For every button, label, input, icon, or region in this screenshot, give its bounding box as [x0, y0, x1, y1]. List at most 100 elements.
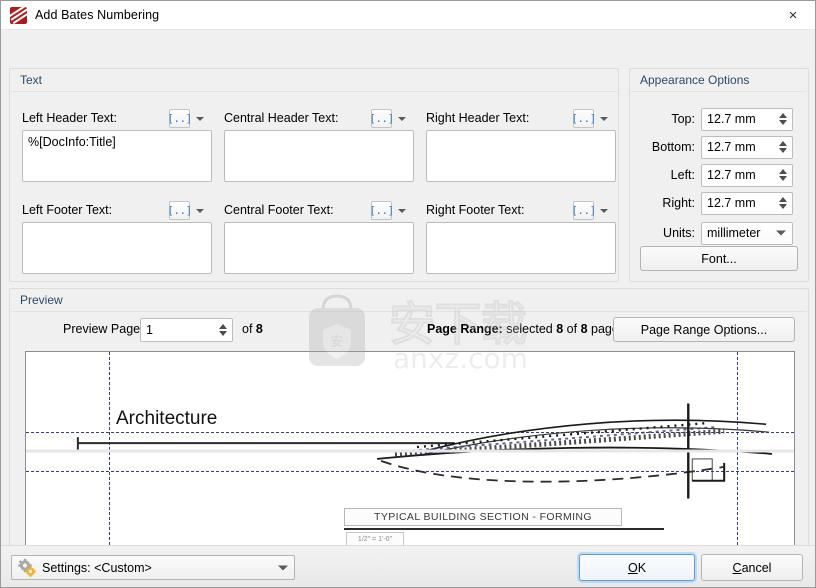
stepper-down-icon: [218, 331, 227, 336]
margin-guide-horizontal-top: [26, 432, 794, 433]
margin-left-input[interactable]: 12.7 mm: [701, 163, 793, 187]
dialog-body: Text Left Header Text: [..] %[DocInfo:Ti…: [1, 30, 815, 568]
preview-page-stepper[interactable]: [216, 319, 229, 341]
macro-brackets-icon: [..]: [167, 204, 192, 217]
preview-controls-row: Preview Page 1 of 8 Page Range: selected…: [10, 317, 808, 343]
left-header-text-input[interactable]: %[DocInfo:Title]: [22, 130, 212, 182]
stepper-down-icon: [778, 204, 787, 209]
right-footer-macro-dropdown[interactable]: [596, 201, 612, 220]
settings-preset-select[interactable]: Settings: <Custom>: [11, 555, 295, 580]
chevron-down-icon: [600, 208, 608, 213]
stepper-up-icon: [778, 169, 787, 174]
text-group: Text Left Header Text: [..] %[DocInfo:Ti…: [9, 68, 619, 282]
margin-bottom-stepper[interactable]: [776, 137, 789, 158]
dialog-footer: Settings: <Custom> OK Cancel: [1, 545, 815, 587]
preview-group: Preview Preview Page 1 of 8 Page Range: …: [9, 288, 809, 568]
settings-preset-value: Settings: <Custom>: [42, 560, 152, 575]
total-pages-value: 8: [255, 322, 263, 336]
margin-top-row: Top: 12.7 mm: [630, 107, 808, 131]
macro-brackets-icon: [..]: [571, 204, 596, 217]
left-header-macro-button[interactable]: [..]: [167, 109, 192, 128]
central-header-macro-button[interactable]: [..]: [369, 109, 394, 128]
margin-bottom-label: Bottom:: [651, 140, 695, 154]
central-header-text-input[interactable]: [224, 130, 414, 182]
chevron-down-icon: [398, 116, 406, 121]
text-group-separator: [11, 91, 617, 92]
margin-right-stepper[interactable]: [776, 193, 789, 214]
macro-brackets-icon: [..]: [369, 204, 394, 217]
right-footer-text-input[interactable]: [426, 222, 616, 274]
left-footer-macro-button[interactable]: [..]: [167, 201, 192, 220]
right-header-macro-dropdown[interactable]: [596, 109, 612, 128]
cancel-accel: C: [732, 560, 742, 575]
stepper-up-icon: [218, 324, 227, 329]
margin-right-input[interactable]: 12.7 mm: [701, 191, 793, 215]
margin-top-input[interactable]: 12.7 mm: [701, 107, 793, 131]
appearance-options-group: Appearance Options Top: 12.7 mm Bottom: …: [629, 68, 809, 282]
page-range-mid: selected: [502, 322, 557, 336]
margin-right-value: 12.7 mm: [707, 196, 756, 210]
central-footer-macro-button[interactable]: [..]: [369, 201, 394, 220]
left-header-macro-dropdown[interactable]: [192, 109, 208, 128]
central-footer-text-input[interactable]: [224, 222, 414, 274]
right-header-macro-button[interactable]: [..]: [571, 109, 596, 128]
central-footer-text-label: Central Footer Text:: [224, 203, 334, 217]
preview-page-input[interactable]: 1: [140, 318, 233, 342]
left-header-text-label: Left Header Text:: [22, 111, 117, 125]
margin-guide-horizontal-bottom: [26, 471, 794, 472]
page-range-options-button[interactable]: Page Range Options...: [613, 317, 795, 342]
margin-left-value: 12.7 mm: [707, 168, 756, 182]
chevron-down-icon: [398, 208, 406, 213]
bates-stamp-icon: [10, 6, 27, 24]
cancel-rest: ancel: [741, 560, 772, 575]
add-bates-numbering-dialog: Add Bates Numbering × Text Left Header T…: [0, 0, 816, 588]
margin-right-row: Right: 12.7 mm: [630, 191, 808, 215]
preview-total-pages: of 8: [242, 322, 263, 336]
appearance-options-title: Appearance Options: [640, 73, 750, 87]
stepper-down-icon: [778, 120, 787, 125]
drawing-scale-block: 1/2" = 1'-0": [346, 532, 404, 546]
central-header-text-label: Central Header Text:: [224, 111, 339, 125]
right-footer-text-label: Right Footer Text:: [426, 203, 525, 217]
document-preview-canvas[interactable]: Architecture TYPICAL BUILDING SECTION - …: [25, 351, 795, 551]
chevron-down-icon: [278, 565, 288, 570]
macro-brackets-icon: [..]: [167, 112, 192, 125]
margin-bottom-input[interactable]: 12.7 mm: [701, 135, 793, 159]
preview-group-separator: [11, 311, 807, 312]
central-header-macro-dropdown[interactable]: [394, 109, 410, 128]
stepper-down-icon: [778, 148, 787, 153]
document-heading: Architecture: [116, 408, 218, 429]
margin-guide-vertical-left: [109, 352, 110, 550]
right-header-text-label: Right Header Text:: [426, 111, 530, 125]
margin-left-row: Left: 12.7 mm: [630, 163, 808, 187]
stepper-up-icon: [778, 141, 787, 146]
units-select[interactable]: millimeter: [701, 221, 793, 245]
stepper-up-icon: [778, 197, 787, 202]
central-footer-macro-dropdown[interactable]: [394, 201, 410, 220]
drawing-title-block: TYPICAL BUILDING SECTION - FORMING: [344, 508, 622, 526]
units-value: millimeter: [707, 226, 761, 240]
right-header-text-input[interactable]: [426, 130, 616, 182]
ok-button[interactable]: OK: [579, 554, 695, 581]
margin-left-stepper[interactable]: [776, 165, 789, 186]
close-icon[interactable]: ×: [771, 1, 815, 29]
left-footer-text-input[interactable]: [22, 222, 212, 274]
text-group-title: Text: [20, 73, 43, 87]
left-footer-text-label: Left Footer Text:: [22, 203, 113, 217]
appearance-group-separator: [631, 91, 807, 92]
stepper-up-icon: [778, 113, 787, 118]
ok-accel: O: [627, 560, 638, 575]
margin-top-label: Top:: [671, 112, 695, 126]
cancel-button[interactable]: Cancel: [701, 554, 803, 581]
right-footer-macro-button[interactable]: [..]: [571, 201, 596, 220]
drawing-title-rule: [344, 528, 664, 530]
chevron-down-icon: [196, 116, 204, 121]
preview-page-label: Preview Page: [63, 322, 141, 336]
font-button[interactable]: Font...: [640, 246, 798, 271]
margin-guide-vertical-right: [737, 352, 738, 550]
margin-top-stepper[interactable]: [776, 109, 789, 130]
window-title: Add Bates Numbering: [35, 8, 160, 22]
chevron-down-icon: [196, 208, 204, 213]
left-footer-macro-dropdown[interactable]: [192, 201, 208, 220]
stepper-down-icon: [778, 176, 787, 181]
